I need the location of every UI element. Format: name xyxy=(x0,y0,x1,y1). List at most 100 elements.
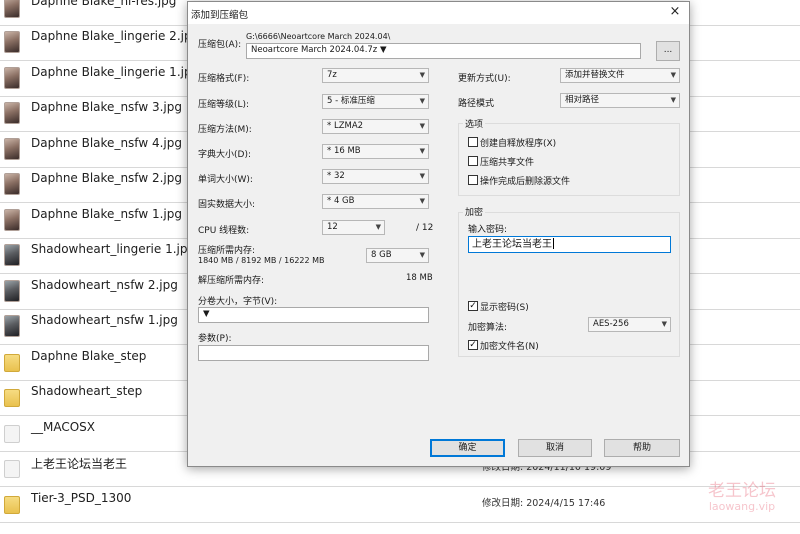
update-mode-select[interactable]: 添加并替换文件 ▼ xyxy=(560,68,680,83)
split-volume-label: 分卷大小，字节(V): xyxy=(198,297,278,307)
folder-icon xyxy=(4,354,20,372)
path-mode-select[interactable]: 相对路径 ▼ xyxy=(560,93,680,108)
method-value: * LZMA2 xyxy=(327,121,364,131)
path-mode-value: 相对路径 xyxy=(565,95,600,105)
chevron-down-icon: ▼ xyxy=(419,97,425,105)
folder-icon xyxy=(4,389,20,407)
decompress-memory-label: 解压缩所需内存: xyxy=(198,276,265,286)
image-file-icon xyxy=(4,209,20,231)
path-mode-label: 路径模式 xyxy=(458,99,495,109)
file-name: Shadowheart_lingerie 1.jpg xyxy=(31,242,196,256)
word-size-label: 单词大小(W): xyxy=(198,175,253,185)
chevron-down-icon: ▼ xyxy=(419,172,425,180)
show-password-label: 显示密码(S) xyxy=(480,303,529,313)
memory-limit-value: 8 GB xyxy=(371,250,392,260)
chevron-down-icon: ▼ xyxy=(419,122,425,130)
dialog-titlebar[interactable]: 添加到压缩包 × xyxy=(188,2,689,24)
image-file-icon xyxy=(4,138,20,160)
encryption-method-value: AES-256 xyxy=(593,319,629,329)
image-file-icon xyxy=(4,31,20,53)
decompress-memory-value: 18 MB xyxy=(406,273,433,283)
archive-name-combo[interactable]: Neoartcore March 2024.04.7z ▼ xyxy=(246,43,641,59)
solid-size-select[interactable]: * 4 GB ▼ xyxy=(322,194,429,209)
file-name: 上老王论坛当老王 xyxy=(31,457,128,471)
close-icon[interactable]: × xyxy=(667,4,683,20)
password-label: 输入密码: xyxy=(468,225,508,235)
sfx-label: 创建自释放程序(X) xyxy=(480,139,557,149)
dictionary-value: * 16 MB xyxy=(327,146,361,156)
cancel-button[interactable]: 取消 xyxy=(518,439,592,457)
cpu-threads-select[interactable]: 12 ▼ xyxy=(322,220,385,235)
file-name: Daphne Blake_nsfw 4.jpg xyxy=(31,136,182,150)
encryption-method-select[interactable]: AES-256 ▼ xyxy=(588,317,671,332)
sfx-checkbox[interactable] xyxy=(468,137,478,147)
cpu-threads-max: / 12 xyxy=(416,223,434,233)
file-name: Shadowheart_nsfw 1.jpg xyxy=(31,313,178,327)
file-name: Shadowheart_nsfw 2.jpg xyxy=(31,278,178,292)
image-file-icon xyxy=(4,280,20,302)
update-mode-label: 更新方式(U): xyxy=(458,74,511,84)
method-select[interactable]: * LZMA2 ▼ xyxy=(322,119,429,134)
solid-size-label: 固实数据大小: xyxy=(198,200,256,210)
dictionary-select[interactable]: * 16 MB ▼ xyxy=(322,144,429,159)
encryption-method-label: 加密算法: xyxy=(468,323,508,333)
level-label: 压缩等级(L): xyxy=(198,100,250,110)
archive-label: 压缩包(A): xyxy=(198,40,242,50)
show-password-checkbox[interactable]: ✓ xyxy=(468,301,478,311)
file-name: Shadowheart_step xyxy=(31,384,143,398)
password-input[interactable]: 上老王论坛当老王 xyxy=(468,236,671,253)
delete-after-checkbox[interactable] xyxy=(468,175,478,185)
chevron-down-icon: ▼ xyxy=(203,309,210,319)
folder-icon xyxy=(4,460,20,478)
file-name: Daphne Blake_nsfw 2.jpg xyxy=(31,171,182,185)
delete-after-label: 操作完成后删除源文件 xyxy=(480,177,571,187)
level-select[interactable]: 5 - 标准压缩 ▼ xyxy=(322,94,429,109)
browse-button[interactable]: ... xyxy=(656,41,680,61)
chevron-down-icon: ▼ xyxy=(375,223,381,231)
file-row[interactable]: Tier-3_PSD_1300 修改日期: 2024/4/15 17:46 xyxy=(0,488,800,523)
watermark-sub: laowang.vip xyxy=(708,499,776,513)
file-name: Daphne Blake_nsfw 1.jpg xyxy=(31,207,182,221)
parameters-label: 参数(P): xyxy=(198,334,232,344)
watermark-main: 老王论坛 xyxy=(708,481,776,501)
chevron-down-icon[interactable]: ▼ xyxy=(380,45,387,55)
dialog-title: 添加到压缩包 xyxy=(191,10,249,21)
encrypt-names-checkbox[interactable]: ✓ xyxy=(468,340,478,350)
format-select[interactable]: 7z ▼ xyxy=(322,68,429,83)
word-size-value: * 32 xyxy=(327,171,345,181)
word-size-select[interactable]: * 32 ▼ xyxy=(322,169,429,184)
split-volume-combo[interactable]: ▼ xyxy=(198,307,429,323)
file-name: Daphne Blake_lingerie 2.jpg xyxy=(31,29,200,43)
file-name: Daphne Blake_hi-res.jpg xyxy=(31,0,177,8)
format-value: 7z xyxy=(327,70,337,80)
file-name: Daphne Blake_step xyxy=(31,349,147,363)
file-modified-date: 修改日期: 2024/4/15 17:46 xyxy=(482,498,606,509)
image-file-icon xyxy=(4,244,20,266)
cpu-threads-label: CPU 线程数: xyxy=(198,226,250,236)
shared-files-checkbox[interactable] xyxy=(468,156,478,166)
encryption-group-title: 加密 xyxy=(463,205,486,218)
file-name: Daphne Blake_lingerie 1.jpg xyxy=(31,65,200,79)
parameters-input[interactable] xyxy=(198,345,429,361)
image-file-icon xyxy=(4,315,20,337)
archive-name-value: Neoartcore March 2024.04.7z xyxy=(251,45,378,55)
chevron-down-icon: ▼ xyxy=(670,96,676,104)
memory-limit-select[interactable]: 8 GB ▼ xyxy=(366,248,429,263)
options-group-title: 选项 xyxy=(463,117,486,130)
help-button[interactable]: 帮助 xyxy=(604,439,680,457)
ok-button[interactable]: 确定 xyxy=(430,439,505,457)
dictionary-label: 字典大小(D): xyxy=(198,150,251,160)
add-to-archive-dialog: 添加到压缩包 × 压缩包(A): G:\6666\Neoartcore Marc… xyxy=(187,1,690,467)
chevron-down-icon: ▼ xyxy=(661,320,667,328)
encrypt-names-label: 加密文件名(N) xyxy=(480,342,539,352)
level-value: 5 - 标准压缩 xyxy=(327,96,375,106)
chevron-down-icon: ▼ xyxy=(419,71,425,79)
file-name: __MACOSX xyxy=(31,420,96,434)
shared-files-label: 压缩共享文件 xyxy=(480,158,535,168)
file-name: Daphne Blake_nsfw 3.jpg xyxy=(31,100,182,114)
file-name: Tier-3_PSD_1300 xyxy=(31,491,132,505)
image-file-icon xyxy=(4,173,20,195)
image-file-icon xyxy=(4,67,20,89)
chevron-down-icon: ▼ xyxy=(419,147,425,155)
chevron-down-icon: ▼ xyxy=(419,197,425,205)
